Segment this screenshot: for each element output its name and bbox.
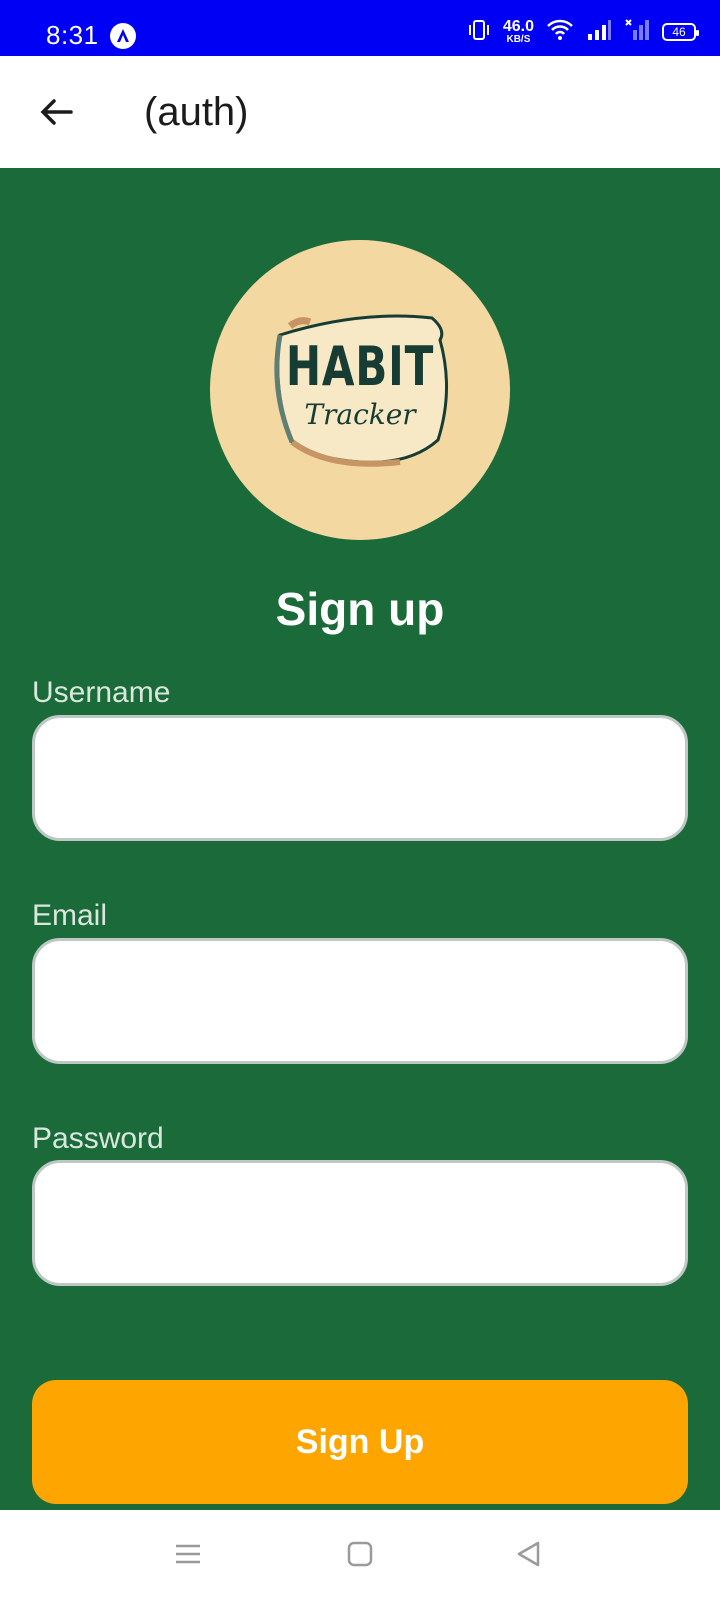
app-notification-icon [110,23,136,49]
page-title: Sign up [275,583,445,635]
signup-button[interactable]: Sign Up [32,1380,688,1504]
home-square-icon [347,1541,373,1567]
home-button[interactable] [340,1534,380,1574]
email-label: Email [32,899,108,932]
menu-button[interactable] [168,1534,208,1574]
arrow-left-icon [40,99,73,125]
app-logo: HABIT Tracker [210,240,510,540]
back-triangle-icon [517,1541,540,1567]
back-navigation-button[interactable] [508,1534,548,1574]
back-button[interactable] [30,86,82,138]
signup-screen: HABIT Tracker Sign up Username Email Pas… [0,168,720,1510]
menu-icon [176,1544,200,1564]
app-bar: (auth) [0,56,720,168]
status-icons: 46.0 KB/S 46 [467,18,699,47]
signal-icon [586,18,612,47]
username-label: Username [32,676,171,709]
system-navigation-bar [0,1510,720,1600]
signal-off-icon [624,18,650,47]
app-bar-title: (auth) [144,90,249,134]
wifi-icon [546,18,574,47]
status-time: 8:31 [46,20,99,50]
vibrate-icon [467,18,491,47]
logo-subtitle: Tracker [304,398,416,431]
net-speed: 46.0 KB/S [503,19,534,45]
email-input[interactable] [32,938,688,1064]
password-input[interactable] [32,1160,688,1286]
logo-title: HABIT [285,335,435,398]
status-bar: 8:31 46.0 KB/S 46 [0,0,720,56]
username-input[interactable] [32,715,688,841]
net-speed-unit: KB/S [506,34,531,45]
password-label: Password [32,1122,164,1155]
battery-icon: 46 [662,23,699,41]
net-speed-value: 46.0 [502,18,534,35]
